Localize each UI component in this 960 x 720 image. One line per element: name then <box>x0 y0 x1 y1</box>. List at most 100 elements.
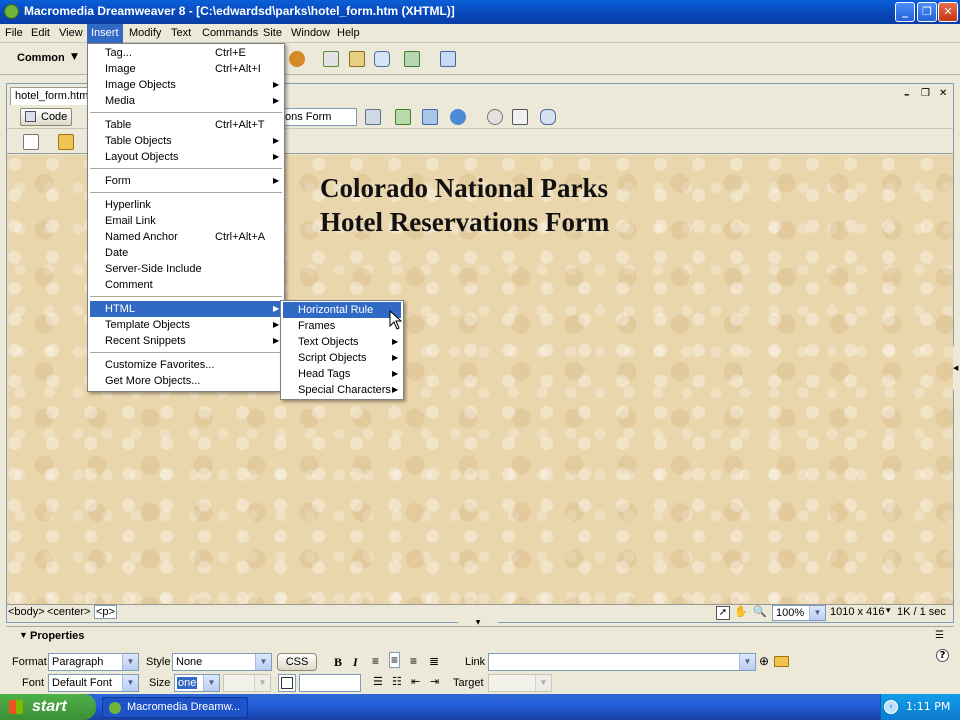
submenu-item-horizontal-rule[interactable]: Horizontal Rule <box>283 302 401 318</box>
code-view-button[interactable]: Code <box>20 108 72 126</box>
menu-item-template-objects[interactable]: Template Objects ▶ <box>90 317 282 333</box>
font-select[interactable]: Default Font ▼ <box>48 674 139 692</box>
clock[interactable]: 1:11 PM <box>906 694 950 719</box>
align-left-icon[interactable]: ≡ <box>372 654 379 668</box>
menu-item-customize-favorites[interactable]: Customize Favorites... <box>90 357 282 373</box>
ordered-list-icon[interactable]: ☷ <box>392 675 402 688</box>
menu-window[interactable]: Window <box>287 24 334 43</box>
refresh-icon[interactable] <box>487 109 503 125</box>
open-folder-icon[interactable] <box>58 134 74 150</box>
collapse-arrow-icon[interactable]: ▼ <box>19 630 28 640</box>
minimize-button[interactable]: _ <box>895 2 915 22</box>
italic-button[interactable]: I <box>353 655 358 670</box>
category-dropdown-icon[interactable]: ▼ <box>71 52 78 62</box>
text-color-picker[interactable] <box>278 674 296 692</box>
outdent-icon[interactable]: ⇤ <box>411 675 420 688</box>
font-dropdown-arrow[interactable]: ▼ <box>122 675 138 691</box>
help-icon[interactable]: ? <box>936 649 949 662</box>
validate-icon[interactable] <box>422 109 438 125</box>
format-dropdown-arrow[interactable]: ▼ <box>122 654 138 670</box>
comment-icon[interactable] <box>374 51 390 67</box>
script-icon[interactable] <box>440 51 456 67</box>
preview-browser-icon[interactable] <box>395 109 411 125</box>
submenu-item-script-objects[interactable]: Script Objects ▶ <box>283 350 401 366</box>
doc-restore-button[interactable]: ❐ <box>921 88 930 99</box>
tag-p[interactable]: <p> <box>94 605 117 619</box>
submenu-item-frames[interactable]: Frames <box>283 318 401 334</box>
zoom-dropdown-arrow[interactable]: ▼ <box>809 606 825 620</box>
start-button[interactable]: start <box>0 694 96 720</box>
menu-view[interactable]: View <box>55 24 87 43</box>
align-right-icon[interactable]: ≡ <box>410 654 417 668</box>
menu-help[interactable]: Help <box>333 24 364 43</box>
file-management-icon[interactable] <box>365 109 381 125</box>
submenu-item-head-tags[interactable]: Head Tags ▶ <box>283 366 401 382</box>
style-select[interactable]: None ▼ <box>172 653 272 671</box>
insert-category[interactable]: Common <box>17 52 65 64</box>
pointer-tool-icon[interactable]: ➚ <box>716 606 730 620</box>
close-button[interactable]: ✕ <box>938 2 958 22</box>
menu-item-tag[interactable]: Tag... Ctrl+E <box>90 45 282 61</box>
menu-item-named-anchor[interactable]: Named Anchor Ctrl+Alt+A <box>90 229 282 245</box>
doc-minimize-button[interactable]: – <box>904 88 910 101</box>
window-size-arrow[interactable]: ▾ <box>886 605 891 616</box>
menu-item-server-side-include[interactable]: Server-Side Include <box>90 261 282 277</box>
window-size[interactable]: 1010 x 416 <box>830 606 884 618</box>
maximize-button[interactable]: ❐ <box>917 2 937 22</box>
browser-check-icon[interactable] <box>450 109 466 125</box>
panel-collapse-handle[interactable]: ◀ <box>953 346 960 390</box>
doc-close-button[interactable]: ✕ <box>939 88 947 99</box>
hand-tool-icon[interactable]: ✋ <box>734 606 748 620</box>
menu-item-table[interactable]: Table Ctrl+Alt+T <box>90 117 282 133</box>
zoom-select[interactable]: 100% ▼ <box>772 605 826 621</box>
menu-file[interactable]: File <box>1 24 27 43</box>
menu-edit[interactable]: Edit <box>27 24 54 43</box>
menu-item-form[interactable]: Form ▶ <box>90 173 282 189</box>
menu-item-media[interactable]: Media ▶ <box>90 93 282 109</box>
document-tab[interactable]: hotel_form.htm <box>10 87 92 105</box>
menu-site[interactable]: Site <box>259 24 286 43</box>
link-dropdown-arrow[interactable]: ▼ <box>739 654 755 670</box>
template-icon[interactable] <box>289 51 305 67</box>
menu-item-image[interactable]: Image Ctrl+Alt+I <box>90 61 282 77</box>
indent-icon[interactable]: ⇥ <box>430 675 439 688</box>
menu-item-html[interactable]: HTML ▶ <box>90 301 282 317</box>
menu-item-image-objects[interactable]: Image Objects ▶ <box>90 77 282 93</box>
tag-center[interactable]: <center> <box>47 606 90 618</box>
text-color-field[interactable] <box>299 674 361 692</box>
date-icon[interactable] <box>323 51 339 67</box>
menu-item-comment[interactable]: Comment <box>90 277 282 293</box>
point-to-file-icon[interactable]: ⊕ <box>759 654 769 668</box>
css-button[interactable]: CSS <box>277 653 317 671</box>
menu-insert[interactable]: Insert <box>87 24 123 43</box>
head-tags-icon[interactable] <box>404 51 420 67</box>
menu-item-table-objects[interactable]: Table Objects ▶ <box>90 133 282 149</box>
browse-folder-icon[interactable] <box>774 656 789 667</box>
menu-item-get-more-objects[interactable]: Get More Objects... <box>90 373 282 389</box>
format-select[interactable]: Paragraph ▼ <box>48 653 139 671</box>
menu-modify[interactable]: Modify <box>125 24 165 43</box>
tray-expand-icon[interactable]: ‹ <box>884 700 898 714</box>
style-dropdown-arrow[interactable]: ▼ <box>255 654 271 670</box>
view-options-icon[interactable] <box>512 109 528 125</box>
tag-body[interactable]: <body> <box>8 606 45 618</box>
server-include-icon[interactable] <box>349 51 365 67</box>
unordered-list-icon[interactable]: ☰ <box>373 675 383 688</box>
size-dropdown-arrow[interactable]: ▼ <box>203 675 219 691</box>
align-center-icon[interactable]: ≡ <box>389 652 401 668</box>
taskbar-item-dreamweaver[interactable]: Macromedia Dreamw... <box>102 697 248 718</box>
document-title-field[interactable]: ons Form <box>283 108 357 126</box>
panel-options-icon[interactable]: ☰ <box>935 630 944 641</box>
submenu-item-special-characters[interactable]: Special Characters ▶ <box>283 382 401 398</box>
new-document-icon[interactable] <box>23 134 39 150</box>
link-input[interactable]: ▼ <box>488 653 756 671</box>
justify-icon[interactable]: ≣ <box>429 654 439 668</box>
menu-commands[interactable]: Commands <box>198 24 262 43</box>
bold-button[interactable]: B <box>334 655 342 670</box>
menu-item-layout-objects[interactable]: Layout Objects ▶ <box>90 149 282 165</box>
menu-item-hyperlink[interactable]: Hyperlink <box>90 197 282 213</box>
menu-item-email-link[interactable]: Email Link <box>90 213 282 229</box>
menu-item-recent-snippets[interactable]: Recent Snippets ▶ <box>90 333 282 349</box>
menu-text[interactable]: Text <box>167 24 195 43</box>
menu-item-date[interactable]: Date <box>90 245 282 261</box>
